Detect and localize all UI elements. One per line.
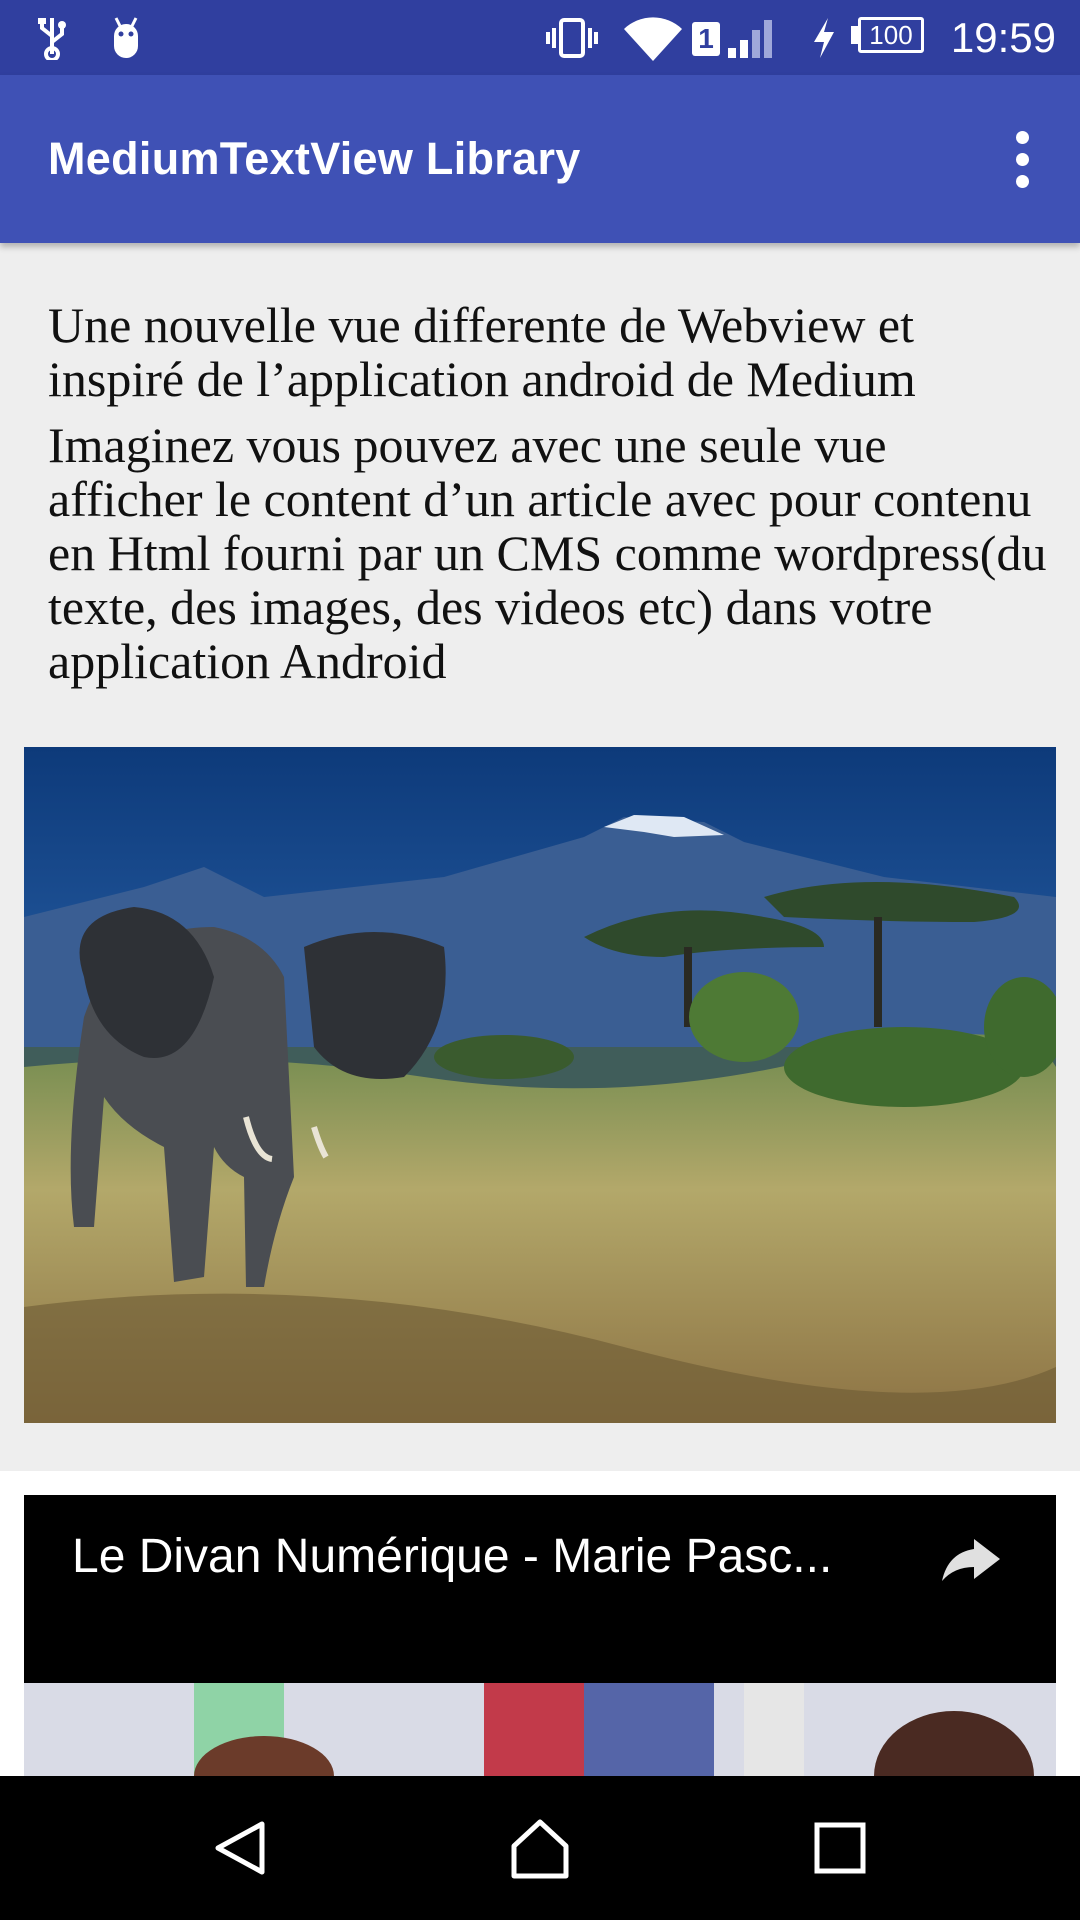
- app-bar: MediumTextView Library: [0, 75, 1080, 243]
- signal-icon: [726, 0, 774, 75]
- back-icon[interactable]: [160, 1776, 320, 1920]
- share-icon[interactable]: [940, 1537, 1002, 1588]
- android-debug-icon: [106, 0, 146, 75]
- charging-icon: [810, 0, 838, 75]
- nav-bar: [0, 1776, 1080, 1920]
- sim-slot-badge: 1: [692, 22, 720, 56]
- wifi-icon: [622, 0, 684, 75]
- vibrate-icon: [544, 0, 600, 75]
- usb-icon: [34, 0, 70, 75]
- elephant-landscape-image: [24, 747, 1056, 1423]
- article-content[interactable]: Une nouvelle vue differente de Webview e…: [0, 243, 1080, 1776]
- article-intro: Une nouvelle vue differente de Webview e…: [48, 297, 916, 407]
- recents-icon[interactable]: [760, 1776, 920, 1920]
- app-title: MediumTextView Library: [48, 133, 581, 184]
- video-embed: Le Divan Numérique - Marie Pasc...: [0, 1471, 1080, 1776]
- video-player[interactable]: Le Divan Numérique - Marie Pasc...: [24, 1495, 1056, 1776]
- more-vert-icon[interactable]: [986, 123, 1058, 195]
- battery-level: 100: [858, 17, 924, 53]
- battery-icon: [851, 26, 858, 44]
- article-body: Imaginez vous pouvez avec une seule vue …: [48, 417, 1047, 689]
- home-icon[interactable]: [460, 1776, 620, 1920]
- status-bar: 1 100 19:59: [0, 0, 1080, 75]
- video-title[interactable]: Le Divan Numérique - Marie Pasc...: [72, 1529, 832, 1584]
- article-text: Une nouvelle vue differente de Webview e…: [48, 298, 1048, 700]
- status-clock: 19:59: [950, 14, 1056, 61]
- video-thumbnail[interactable]: [24, 1683, 1056, 1776]
